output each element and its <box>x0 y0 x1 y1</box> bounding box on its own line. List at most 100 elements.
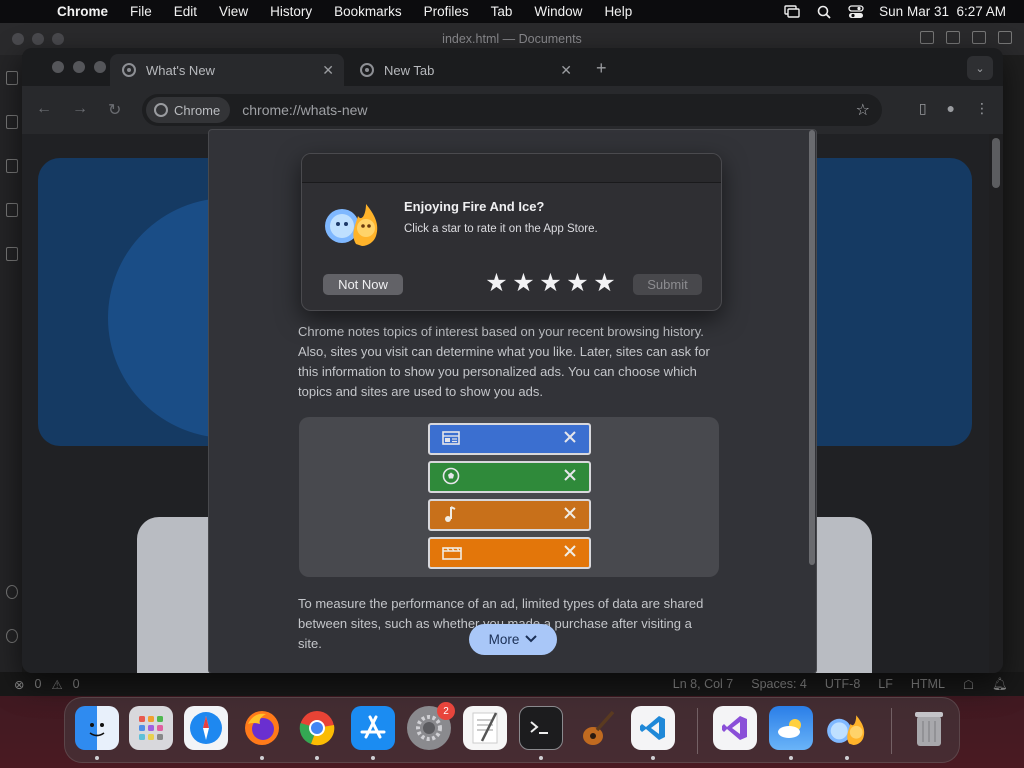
close-tab-icon[interactable]: ✕ <box>560 62 572 79</box>
tab-new-tab[interactable]: New Tab ✕ <box>348 54 582 86</box>
menu-file[interactable]: File <box>119 4 163 19</box>
star-1-icon[interactable]: ★ <box>485 268 508 298</box>
chrome-close-button[interactable] <box>52 61 64 73</box>
chrome-logo-icon <box>154 103 168 117</box>
forward-arrow-icon[interactable]: → <box>72 100 88 118</box>
language-mode[interactable]: HTML <box>911 677 945 691</box>
system-settings-gear-icon[interactable]: 2 <box>407 702 455 750</box>
run-debug-icon[interactable] <box>6 203 18 217</box>
warning-count: 0 <box>72 676 80 691</box>
rating-prompt-header <box>302 154 721 183</box>
finder-icon[interactable] <box>75 706 119 750</box>
profile-avatar-icon[interactable]: ● <box>947 100 955 117</box>
bookmark-star-icon[interactable]: ☆ <box>856 100 870 120</box>
weather-icon[interactable] <box>769 706 813 750</box>
launchpad-icon[interactable] <box>129 706 173 750</box>
explorer-icon[interactable] <box>6 71 18 85</box>
garageband-guitar-icon[interactable] <box>575 706 619 750</box>
notifications-bell-icon[interactable]: 🔔︎ <box>992 677 1008 692</box>
screen-mirroring-icon[interactable] <box>783 5 801 19</box>
menu-bookmarks[interactable]: Bookmarks <box>323 4 413 19</box>
encoding[interactable]: UTF-8 <box>825 677 860 691</box>
indentation[interactable]: Spaces: 4 <box>751 677 807 691</box>
menu-tab[interactable]: Tab <box>480 4 524 19</box>
menu-edit[interactable]: Edit <box>163 4 208 19</box>
chrome-window-controls <box>52 61 106 73</box>
new-tab-plus-icon[interactable]: + <box>596 58 607 79</box>
close-tab-icon[interactable]: ✕ <box>322 62 334 79</box>
tab-whats-new[interactable]: What's New ✕ <box>110 54 344 86</box>
visual-studio-icon[interactable] <box>713 706 757 750</box>
menu-history[interactable]: History <box>259 4 323 19</box>
star-3-icon[interactable]: ★ <box>539 268 562 298</box>
customize-layout-icon[interactable] <box>998 31 1012 44</box>
music-note-icon <box>442 505 456 526</box>
back-arrow-icon[interactable]: ← <box>36 100 52 118</box>
topic-chip-news <box>428 423 591 455</box>
finder-running-indicator <box>95 756 99 760</box>
search-icon[interactable] <box>6 115 18 129</box>
star-4-icon[interactable]: ★ <box>566 268 589 298</box>
menu-bar-clock[interactable]: Sun Mar 31 6:27 AM <box>879 4 1006 19</box>
dialog-scrollbar[interactable] <box>809 130 815 565</box>
not-now-button[interactable]: Not Now <box>323 274 403 295</box>
remove-topic-x-icon <box>563 467 577 487</box>
terminal-icon[interactable] <box>519 706 563 750</box>
address-bar[interactable]: Chrome chrome://whats-new ☆ <box>142 94 882 126</box>
error-icon: ⊗ <box>14 677 25 692</box>
topics-illustration <box>299 417 719 577</box>
toggle-secondary-sidebar-icon[interactable] <box>972 31 986 44</box>
firefox-icon[interactable] <box>240 706 284 750</box>
manage-gear-icon[interactable] <box>6 629 18 643</box>
rating-prompt-title: Enjoying Fire And Ice? <box>404 199 545 214</box>
source-control-icon[interactable] <box>6 159 18 173</box>
safari-icon[interactable] <box>184 706 228 750</box>
star-2-icon[interactable]: ★ <box>512 268 535 298</box>
app-store-icon[interactable] <box>351 706 395 750</box>
problems-indicator[interactable]: ⊗ 0 ⚠ 0 <box>14 677 80 692</box>
chrome-icon[interactable] <box>295 706 339 750</box>
site-chip-label: Chrome <box>174 102 221 118</box>
menu-profiles[interactable]: Profiles <box>413 4 480 19</box>
menu-view[interactable]: View <box>208 4 259 19</box>
fire-and-ice-icon[interactable] <box>825 706 869 750</box>
textedit-icon[interactable] <box>463 706 507 750</box>
chrome-menu-kebab-icon[interactable]: ⋮ <box>975 100 989 117</box>
account-icon[interactable] <box>6 585 18 599</box>
more-button-label: More <box>488 632 520 647</box>
vscode-icon[interactable] <box>631 706 675 750</box>
cursor-position[interactable]: Ln 8, Col 7 <box>673 677 733 691</box>
fire-and-ice-app-icon <box>322 194 384 250</box>
fire-and-ice-running-indicator <box>845 756 849 760</box>
page-scrollbar-thumb[interactable] <box>992 138 1000 188</box>
status-bar-right: Ln 8, Col 7 Spaces: 4 UTF-8 LF HTML ☖ 🔔︎ <box>673 677 1024 692</box>
chrome-favicon-icon <box>122 63 136 77</box>
menu-app-name[interactable]: Chrome <box>46 4 119 19</box>
spotlight-search-icon[interactable] <box>815 5 833 19</box>
control-center-icon[interactable] <box>847 4 865 19</box>
copilot-icon[interactable]: ☖ <box>963 677 974 692</box>
toggle-panel-icon[interactable] <box>946 31 960 44</box>
submit-button[interactable]: Submit <box>633 274 702 295</box>
chrome-zoom-button[interactable] <box>94 61 106 73</box>
tab-search-chevron-icon[interactable]: ⌄ <box>967 56 993 80</box>
url-text[interactable]: chrome://whats-new <box>242 102 367 118</box>
page-scrollbar[interactable] <box>989 134 1003 673</box>
tab-strip: What's New ✕ New Tab ✕ + ⌄ <box>22 48 1003 86</box>
app-store-running-indicator <box>371 756 375 760</box>
reload-icon[interactable]: ↻ <box>108 100 121 120</box>
extensions-icon[interactable] <box>6 247 18 261</box>
dock: 2 <box>64 697 960 763</box>
toggle-sidebar-icon[interactable] <box>920 31 934 44</box>
side-panel-icon[interactable]: ▯ <box>919 100 927 117</box>
trash-icon[interactable] <box>907 706 951 750</box>
chrome-minimize-button[interactable] <box>73 61 85 73</box>
rating-prompt-subtitle: Click a star to rate it on the App Store… <box>404 223 598 235</box>
more-button[interactable]: More <box>469 624 557 655</box>
star-5-icon[interactable]: ★ <box>593 268 616 298</box>
topics-description: Chrome notes topics of interest based on… <box>298 324 710 399</box>
menu-window[interactable]: Window <box>523 4 593 19</box>
line-ending[interactable]: LF <box>878 677 893 691</box>
site-info-chip[interactable]: Chrome <box>146 97 231 123</box>
menu-help[interactable]: Help <box>593 4 643 19</box>
